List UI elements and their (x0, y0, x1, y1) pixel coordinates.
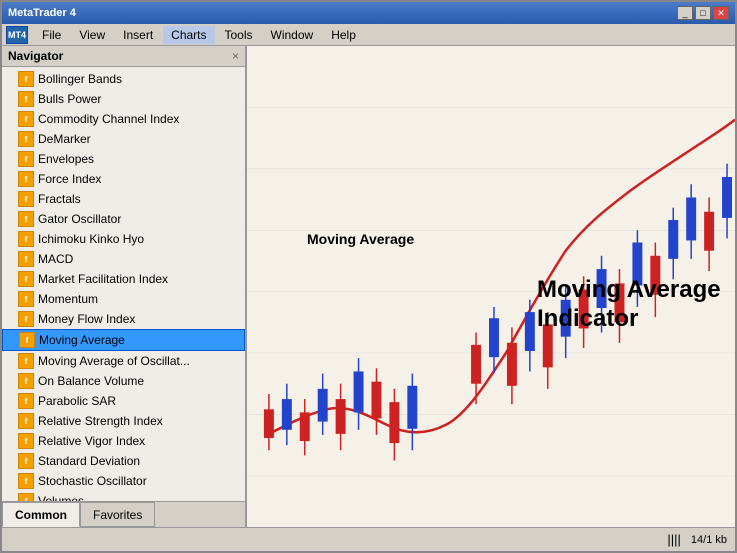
chart-area[interactable]: Moving Average Moving Average Indicator (247, 46, 735, 527)
nav-item-envelopes[interactable]: f Envelopes (2, 149, 245, 169)
navigator-title: Navigator (8, 49, 63, 63)
menu-insert[interactable]: Insert (115, 26, 161, 44)
indicator-icon: f (18, 231, 34, 247)
menu-view[interactable]: View (71, 26, 113, 44)
indicator-icon: f (18, 493, 34, 501)
nav-item-on-balance-volume[interactable]: f On Balance Volume (2, 371, 245, 391)
indicator-icon: f (18, 473, 34, 489)
menu-help[interactable]: Help (323, 26, 364, 44)
nav-item-force-index[interactable]: f Force Index (2, 169, 245, 189)
navigator-close-button[interactable]: × (232, 49, 239, 63)
navigator-tabs: Common Favorites (2, 501, 245, 527)
menu-bar: MT4 File View Insert Charts Tools Window… (2, 24, 735, 46)
nav-item-ichimoku[interactable]: f Ichimoku Kinko Hyo (2, 229, 245, 249)
indicator-icon: f (19, 332, 35, 348)
nav-item-moving-average-oscillator[interactable]: f Moving Average of Oscillat... (2, 351, 245, 371)
nav-item-momentum[interactable]: f Momentum (2, 289, 245, 309)
nav-item-fractals[interactable]: f Fractals (2, 189, 245, 209)
nav-item-rvi[interactable]: f Relative Vigor Index (2, 431, 245, 451)
nav-item-bulls-power[interactable]: f Bulls Power (2, 89, 245, 109)
nav-item-gator-oscillator[interactable]: f Gator Oscillator (2, 209, 245, 229)
app-logo: MT4 (6, 26, 28, 44)
window-controls: _ □ ✕ (677, 6, 729, 20)
tab-common[interactable]: Common (2, 502, 80, 527)
indicator-icon: f (18, 291, 34, 307)
status-bar: |||| 14/1 kb (2, 527, 735, 551)
menu-charts[interactable]: Charts (163, 26, 214, 44)
maximize-button[interactable]: □ (695, 6, 711, 20)
nav-item-standard-deviation[interactable]: f Standard Deviation (2, 451, 245, 471)
status-chart-icon: |||| (667, 532, 681, 547)
indicator-icon: f (18, 111, 34, 127)
indicator-icon: f (18, 453, 34, 469)
nav-item-volumes[interactable]: f Volumes (2, 491, 245, 501)
nav-item-money-flow[interactable]: f Money Flow Index (2, 309, 245, 329)
nav-item-market-facilitation[interactable]: f Market Facilitation Index (2, 269, 245, 289)
menu-tools[interactable]: Tools (217, 26, 261, 44)
nav-item-parabolic-sar[interactable]: f Parabolic SAR (2, 391, 245, 411)
indicator-icon: f (18, 71, 34, 87)
indicator-icon: f (18, 211, 34, 227)
indicator-list: f Bollinger Bands f Bulls Power f Commod… (2, 67, 245, 501)
nav-item-macd[interactable]: f MACD (2, 249, 245, 269)
indicator-icon: f (18, 171, 34, 187)
indicator-icon: f (18, 191, 34, 207)
nav-item-rsi[interactable]: f Relative Strength Index (2, 411, 245, 431)
indicator-icon: f (18, 311, 34, 327)
nav-item-commodity-channel-index[interactable]: f Commodity Channel Index (2, 109, 245, 129)
main-window: MetaTrader 4 _ □ ✕ MT4 File View Insert … (0, 0, 737, 553)
status-size: 14/1 kb (691, 534, 727, 546)
tab-favorites[interactable]: Favorites (80, 502, 155, 527)
chart-label-moving-average-large: Moving Average Indicator (537, 276, 721, 334)
title-bar: MetaTrader 4 _ □ ✕ (2, 2, 735, 24)
minimize-button[interactable]: _ (677, 6, 693, 20)
nav-item-bollinger-bands[interactable]: f Bollinger Bands (2, 69, 245, 89)
menu-file[interactable]: File (34, 26, 69, 44)
navigator-panel: Navigator × f Bollinger Bands f Bulls Po… (2, 46, 247, 527)
main-area: Navigator × f Bollinger Bands f Bulls Po… (2, 46, 735, 527)
nav-item-demarker[interactable]: f DeMarker (2, 129, 245, 149)
nav-list-container: f Bollinger Bands f Bulls Power f Commod… (2, 67, 245, 501)
indicator-icon: f (18, 251, 34, 267)
indicator-icon: f (18, 91, 34, 107)
close-button[interactable]: ✕ (713, 6, 729, 20)
indicator-icon: f (18, 131, 34, 147)
indicator-icon: f (18, 413, 34, 429)
indicator-icon: f (18, 271, 34, 287)
navigator-header: Navigator × (2, 46, 245, 67)
indicator-icon: f (18, 433, 34, 449)
indicator-icon: f (18, 151, 34, 167)
window-title: MetaTrader 4 (8, 7, 76, 19)
nav-item-stochastic[interactable]: f Stochastic Oscillator (2, 471, 245, 491)
indicator-icon: f (18, 373, 34, 389)
indicator-icon: f (18, 353, 34, 369)
chart-label-moving-average-small: Moving Average (307, 231, 414, 247)
indicator-icon: f (18, 393, 34, 409)
menu-window[interactable]: Window (263, 26, 322, 44)
nav-item-moving-average[interactable]: f Moving Average (2, 329, 245, 351)
